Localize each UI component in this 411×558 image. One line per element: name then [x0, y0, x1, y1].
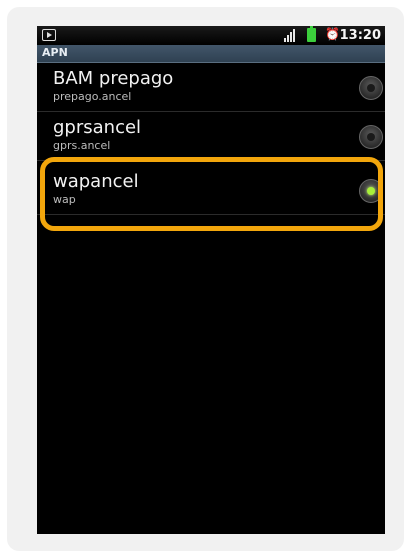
radio-indicator — [367, 133, 375, 141]
alarm-icon: ⏰ — [325, 27, 340, 41]
apn-value: gprs.ancel — [53, 139, 111, 152]
phone-screen: ⏰ 13:20 APN BAM prepago prepago.ancel gp… — [37, 26, 385, 534]
status-bar: ⏰ 13:20 — [37, 26, 385, 45]
apn-item-bam-prepago[interactable]: BAM prepago prepago.ancel — [37, 63, 385, 112]
signal-icon — [284, 29, 298, 42]
highlight-annotation — [40, 157, 383, 231]
page-title: APN — [42, 46, 68, 59]
title-bar: APN — [37, 45, 385, 63]
radio-indicator — [367, 84, 375, 92]
apn-name: BAM prepago — [53, 68, 174, 89]
apn-value: prepago.ancel — [53, 90, 132, 103]
battery-icon — [307, 26, 316, 42]
media-icon — [42, 29, 56, 41]
status-time: 13:20 — [339, 28, 381, 43]
apn-item-gprsancel[interactable]: gprsancel gprs.ancel — [37, 112, 385, 161]
radio-button[interactable] — [359, 76, 383, 100]
apn-name: gprsancel — [53, 117, 142, 138]
radio-button[interactable] — [359, 125, 383, 149]
